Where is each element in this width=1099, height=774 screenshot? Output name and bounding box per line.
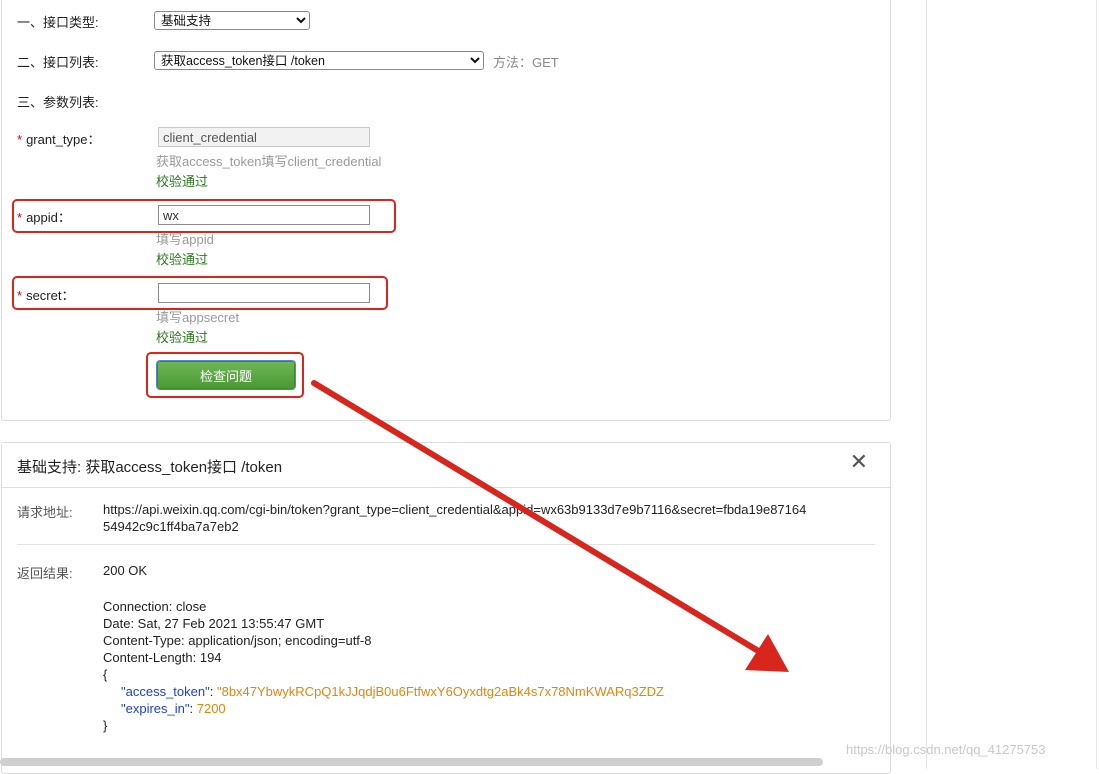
response-header-line: Connection: close bbox=[103, 599, 207, 614]
secret-hint: 填写appsecret bbox=[156, 310, 240, 325]
response-header-line: Content-Length: 194 bbox=[103, 650, 222, 665]
return-result-label: 返回结果: bbox=[17, 566, 73, 581]
secret-status: 校验通过 bbox=[156, 330, 209, 345]
json-line-access-token: "access_token": "8bx47YbwykRCpQ1kJJqdjB0… bbox=[121, 684, 665, 699]
appid-input[interactable] bbox=[158, 205, 370, 225]
request-url: https://api.weixin.qq.com/cgi-bin/token?… bbox=[103, 501, 806, 535]
interface-type-select[interactable]: 基础支持 bbox=[154, 11, 310, 30]
column-divider bbox=[926, 0, 927, 769]
required-mark: * bbox=[17, 132, 23, 147]
appid-status: 校验通过 bbox=[156, 252, 209, 267]
grant-type-label-text: grant_type： bbox=[26, 132, 101, 147]
grant-type-label: * grant_type： bbox=[17, 129, 101, 148]
horizontal-scrollbar[interactable] bbox=[0, 758, 823, 766]
interface-type-label: 一、接口类型: bbox=[17, 15, 99, 30]
result-title: 基础支持: 获取access_token接口 /token bbox=[17, 459, 283, 476]
secret-label-text: secret： bbox=[26, 288, 75, 303]
watermark: https://blog.csdn.net/qq_41275753 bbox=[846, 742, 1046, 757]
method-text: 方法：GET bbox=[493, 55, 559, 70]
appid-hint: 填写appid bbox=[156, 232, 214, 247]
json-brace: } bbox=[103, 718, 108, 733]
result-panel: 基础支持: 获取access_token接口 /token ✕ 请求地址: ht… bbox=[1, 442, 891, 774]
check-problem-button[interactable]: 检查问题 bbox=[157, 361, 295, 389]
column-divider bbox=[1096, 0, 1097, 769]
grant-type-input[interactable] bbox=[158, 127, 370, 147]
response-header-line: Content-Type: application/json; encoding… bbox=[103, 633, 372, 648]
response-headers: Connection: close Date: Sat, 27 Feb 2021… bbox=[103, 598, 664, 734]
json-line-expires-in: "expires_in": 7200 bbox=[121, 701, 226, 716]
interface-list-label: 二、接口列表: bbox=[17, 55, 99, 70]
json-key: "expires_in" bbox=[121, 701, 190, 716]
grant-type-hint: 获取access_token填写client_credential bbox=[156, 154, 382, 169]
debug-form-panel: 一、接口类型: 基础支持 二、接口列表: 获取access_token接口 /t… bbox=[1, 0, 891, 421]
interface-list-select[interactable]: 获取access_token接口 /token bbox=[154, 51, 484, 70]
divider bbox=[17, 544, 875, 545]
required-mark: * bbox=[17, 210, 23, 225]
appid-label: * appid： bbox=[17, 207, 71, 226]
request-url-line: 54942c9c1ff4ba7a7eb2 bbox=[103, 519, 239, 534]
json-brace: { bbox=[103, 667, 108, 682]
grant-type-status: 校验通过 bbox=[156, 174, 209, 189]
required-mark: * bbox=[17, 288, 23, 303]
result-header: 基础支持: 获取access_token接口 /token ✕ bbox=[2, 443, 890, 488]
param-list-label: 三、参数列表: bbox=[17, 95, 99, 110]
secret-label: * secret： bbox=[17, 285, 74, 304]
secret-input[interactable] bbox=[158, 283, 370, 303]
json-value: 7200 bbox=[196, 701, 226, 716]
json-value: "8bx47YbwykRCpQ1kJJqdjB0u6FtfwxY6Oyxdtg2… bbox=[216, 684, 665, 699]
response-status: 200 OK bbox=[103, 563, 148, 578]
close-icon[interactable]: ✕ bbox=[850, 449, 868, 475]
request-url-line: https://api.weixin.qq.com/cgi-bin/token?… bbox=[103, 502, 807, 517]
request-address-label: 请求地址: bbox=[17, 505, 73, 520]
json-key: "access_token" bbox=[121, 684, 210, 699]
response-header-line: Date: Sat, 27 Feb 2021 13:55:47 GMT bbox=[103, 616, 325, 631]
appid-label-text: appid： bbox=[26, 210, 71, 225]
